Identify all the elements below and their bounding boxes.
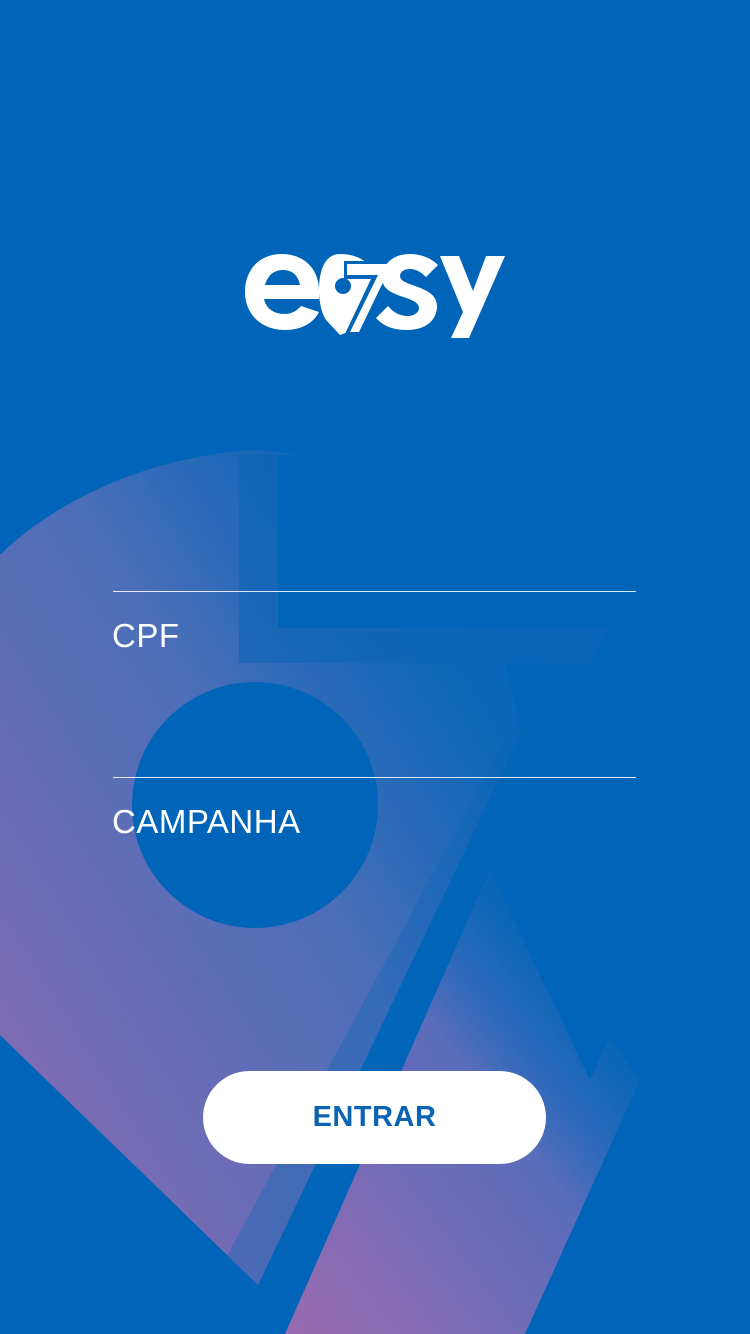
- logo-letter-y: [440, 256, 505, 338]
- easy-logo: [245, 254, 505, 338]
- login-screen: CPF CAMPANHA ENTRAR: [0, 0, 750, 1334]
- cpf-field[interactable]: CPF: [112, 591, 640, 742]
- logo-letter-e: [245, 254, 319, 330]
- campanha-field[interactable]: CAMPANHA: [112, 777, 640, 928]
- location-pin-seven-icon: [319, 254, 392, 336]
- cpf-input[interactable]: [113, 592, 640, 684]
- campanha-input[interactable]: [113, 778, 640, 870]
- enter-button[interactable]: ENTRAR: [203, 1071, 546, 1164]
